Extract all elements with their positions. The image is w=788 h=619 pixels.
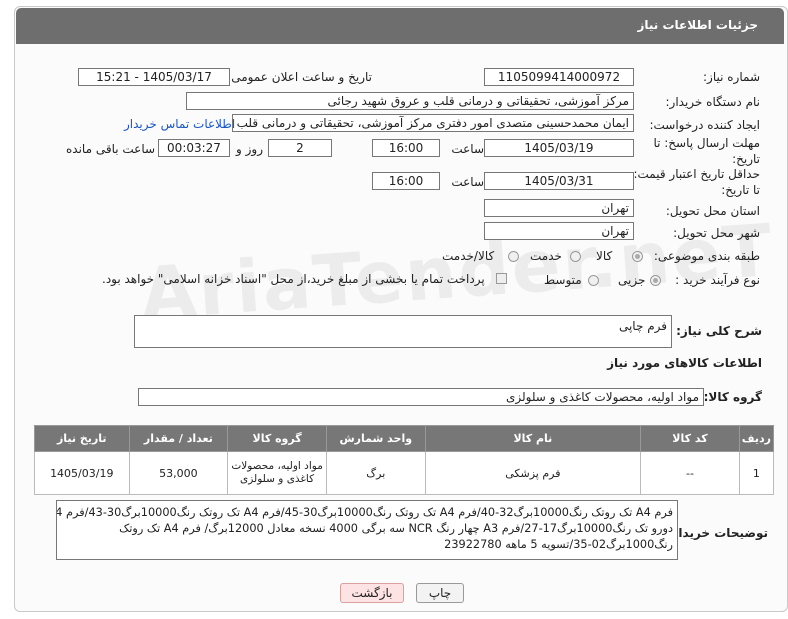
- back-button[interactable]: بازگشت: [340, 583, 404, 603]
- col-date: تاریخ نیاز: [34, 425, 130, 452]
- category-label: طبقه بندی موضوعی:: [653, 249, 760, 263]
- col-name: نام کالا: [424, 425, 642, 452]
- process-minor-radio[interactable]: [650, 275, 661, 286]
- cell-unit: برگ: [325, 451, 426, 495]
- buyer-org-label: نام دستگاه خریدار:: [665, 95, 761, 109]
- col-group: گروه کالا: [227, 425, 327, 452]
- items-table: ردیف کد کالا نام کالا واحد شمارش گروه کا…: [34, 425, 775, 495]
- buyer-notes-line-3: رنگ1000برگ02-35/تسویه 5 ماهه 23922780: [444, 538, 673, 551]
- buyer-notes-line-1: فرم A4 تک روتک رنگ10000برگ32-40/فرم A4 ت…: [57, 506, 673, 519]
- table-header-row: ردیف کد کالا نام کالا واحد شمارش گروه کا…: [34, 425, 775, 452]
- category-goods-label: کالا: [596, 249, 613, 263]
- requester-label: ایجاد کننده درخواست:: [649, 118, 760, 132]
- price-validity-label: حداقل تاریخ اعتبار قیمت: تا تاریخ:: [633, 167, 760, 197]
- summary-field[interactable]: فرم چاپی: [134, 315, 672, 348]
- days-field: 2: [268, 139, 332, 157]
- reply-date-field: 1405/03/19: [484, 139, 634, 157]
- group-label: گروه کالا:: [703, 390, 762, 404]
- remaining-label: ساعت باقی مانده: [66, 142, 156, 156]
- col-unit: واحد شمارش: [325, 425, 426, 452]
- cell-code: --: [640, 451, 740, 495]
- buyer-notes-line-2: دورو تک رنگ10000برگ17-27/فرم A3 چهار رنگ…: [119, 522, 673, 535]
- panel-title: جزئیات اطلاعات نیاز: [637, 18, 758, 32]
- remaining-time-field: 00:03:27: [158, 139, 230, 157]
- process-medium-label: متوسط: [544, 273, 582, 287]
- category-both-radio[interactable]: [508, 251, 519, 262]
- col-qty: تعداد / مقدار: [128, 425, 229, 452]
- print-button[interactable]: چاپ: [416, 583, 464, 603]
- treasury-payment-note: پرداخت تمام یا بخشی از مبلغ خرید،از محل …: [102, 272, 485, 286]
- announce-field: 1405/03/17 - 15:21: [78, 68, 230, 86]
- category-both-label: کالا/خدمت: [442, 249, 495, 263]
- price-time-label: ساعت: [451, 175, 484, 189]
- reply-time-label: ساعت: [451, 142, 484, 156]
- category-goods-radio[interactable]: [632, 251, 643, 262]
- category-service-radio[interactable]: [570, 251, 581, 262]
- price-time-field: 16:00: [372, 172, 440, 190]
- process-label: نوع فرآیند خرید :: [675, 273, 760, 287]
- city-field: تهران: [484, 222, 634, 240]
- panel-header: جزئیات اطلاعات نیاز: [16, 8, 784, 44]
- province-label: استان محل تحویل:: [665, 204, 760, 218]
- process-medium-radio[interactable]: [588, 275, 599, 286]
- cell-group: مواد اولیه، محصولات کاغذی و سلولزی: [227, 451, 327, 495]
- col-code: کد کالا: [640, 425, 740, 452]
- process-minor-label: جزیی: [618, 273, 646, 287]
- items-section-title: اطلاعات کالاهای مورد نیاز: [607, 356, 762, 370]
- group-field: مواد اولیه، محصولات کاغذی و سلولزی: [138, 388, 704, 406]
- buyer-contact-link[interactable]: اطلاعات تماس خریدار: [124, 117, 235, 131]
- buyer-org-field: مرکز آموزشی، تحقیقاتی و درمانی قلب و عرو…: [186, 92, 634, 110]
- cell-row: 1: [738, 451, 775, 495]
- requester-field: ایمان محمدحسینی متصدی امور دفتری مرکز آم…: [232, 114, 634, 132]
- announce-label: تاریخ و ساعت اعلان عمومی:: [227, 70, 372, 84]
- days-label: روز و: [236, 142, 263, 156]
- cell-date: 1405/03/19: [34, 451, 130, 495]
- buyer-notes-label: توضیحات خریدار:: [666, 526, 768, 540]
- summary-label: شرح کلی نیاز:: [676, 324, 762, 338]
- table-row: 1 -- فرم پزشکی برگ مواد اولیه، محصولات ک…: [34, 451, 775, 495]
- reply-deadline-label: مهلت ارسال پاسخ: تا تاریخ:: [653, 136, 760, 166]
- buyer-notes-field[interactable]: فرم A4 تک روتک رنگ10000برگ32-40/فرم A4 ت…: [56, 500, 678, 560]
- reply-time-field: 16:00: [372, 139, 440, 157]
- price-date-field: 1405/03/31: [484, 172, 634, 190]
- col-row: ردیف: [738, 425, 775, 452]
- treasury-payment-checkbox[interactable]: [496, 273, 507, 284]
- cell-name: فرم پزشکی: [424, 451, 642, 495]
- need-number-label: شماره نیاز:: [703, 70, 760, 84]
- city-label: شهر محل تحویل:: [673, 226, 760, 240]
- category-service-label: خدمت: [530, 249, 562, 263]
- cell-qty: 53,000: [128, 451, 229, 495]
- province-field: تهران: [484, 199, 634, 217]
- need-number-field: 1105099414000972: [484, 68, 634, 86]
